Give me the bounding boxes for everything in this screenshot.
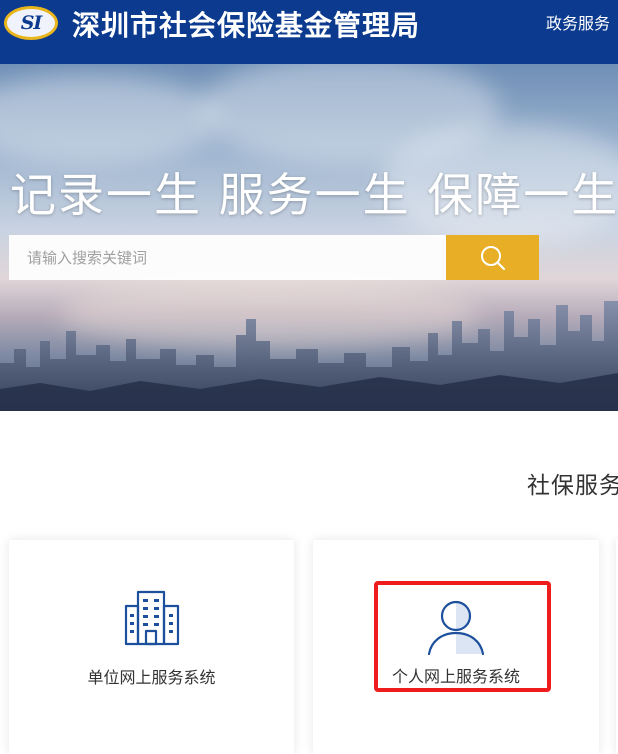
- banner-slogan: 记录一生 服务一生 保障一生: [10, 168, 618, 222]
- card-personal-label: 个人网上服务系统: [391, 667, 520, 686]
- hero-banner: 记录一生 服务一生 保障一生: [0, 64, 618, 411]
- search-input[interactable]: [9, 235, 446, 280]
- site-title[interactable]: 深圳市社会保险基金管理局: [72, 4, 420, 44]
- banner-cloud: [0, 74, 220, 164]
- city-skyline: [0, 301, 618, 411]
- logo-text: SI: [20, 12, 43, 34]
- card-unit-online-service[interactable]: 单位网上服务系统: [9, 540, 294, 754]
- site-header: SI 深圳市社会保险基金管理局 政务服务: [0, 0, 618, 64]
- card-unit-label: 单位网上服务系统: [87, 668, 216, 687]
- search-button[interactable]: [446, 235, 539, 280]
- nav-item-government-services[interactable]: 政务服务: [546, 10, 610, 34]
- site-logo[interactable]: SI: [4, 6, 58, 40]
- search-icon: [481, 246, 506, 271]
- person-icon: [427, 600, 485, 655]
- section-title-social-security-services: 社保服务: [527, 473, 618, 499]
- building-icon: [124, 590, 180, 646]
- card-personal-online-service[interactable]: 个人网上服务系统: [313, 540, 599, 754]
